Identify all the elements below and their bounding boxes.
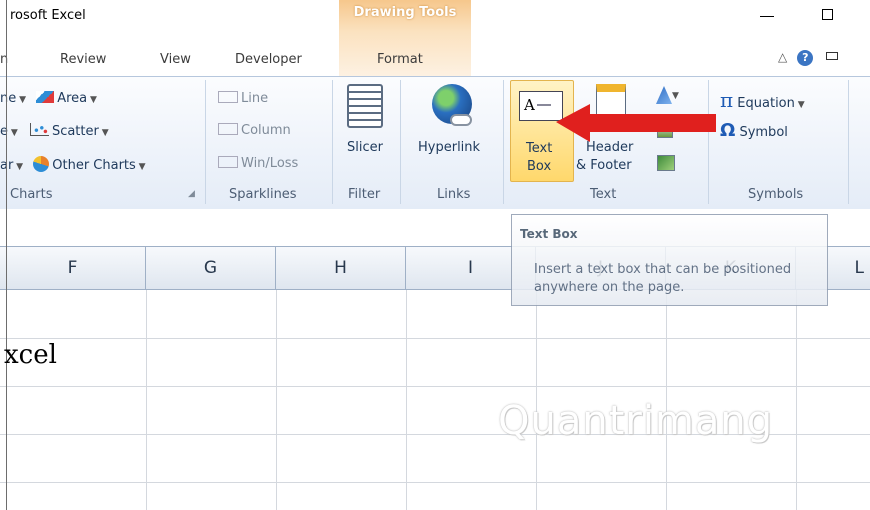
tab-partial[interactable]: n bbox=[0, 52, 8, 67]
other-charts-label: Other Charts bbox=[52, 158, 136, 173]
column-line bbox=[146, 290, 147, 510]
hyperlink-button[interactable]: Hyperlink bbox=[410, 84, 496, 174]
group-separator bbox=[848, 80, 849, 204]
chart-row-1[interactable]: ne ▼ Area ▼ bbox=[0, 91, 97, 106]
row-line bbox=[0, 386, 870, 387]
other-charts-icon bbox=[33, 156, 50, 172]
tab-format[interactable]: Format bbox=[377, 52, 423, 67]
row-line bbox=[0, 482, 870, 483]
column-header-h[interactable]: H bbox=[276, 247, 406, 289]
wordart-icon bbox=[656, 86, 672, 104]
watermark: Quantrimang bbox=[498, 398, 774, 444]
group-label-links: Links bbox=[437, 187, 471, 202]
column-line bbox=[796, 290, 797, 510]
tooltip: Text Box Insert a text box that can be p… bbox=[511, 214, 828, 306]
column-header-g[interactable]: G bbox=[146, 247, 276, 289]
group-label-charts: Charts bbox=[10, 187, 53, 202]
equation-button[interactable]: π Equation ▼ bbox=[720, 88, 805, 112]
cell-text[interactable]: xcel bbox=[4, 340, 57, 370]
sparkline-winloss-icon bbox=[218, 156, 238, 168]
ribbon-controls: △ ? bbox=[778, 50, 838, 66]
group-separator bbox=[205, 80, 206, 204]
group-label-sparklines: Sparklines bbox=[229, 187, 297, 202]
symbol-button[interactable]: Ω Symbol bbox=[720, 120, 788, 141]
scatter-chart-icon bbox=[29, 123, 49, 136]
sparkline-line-icon bbox=[218, 91, 238, 103]
tooltip-title: Text Box bbox=[520, 227, 578, 241]
restore-window-icon[interactable] bbox=[825, 52, 838, 60]
omega-icon: Ω bbox=[720, 120, 736, 141]
sparkline-winloss-button[interactable]: Win/Loss bbox=[218, 156, 298, 171]
area-chart-icon bbox=[36, 91, 55, 103]
group-label-text: Text bbox=[590, 187, 617, 202]
minimize-ribbon-icon[interactable]: △ bbox=[778, 50, 787, 64]
chart-row-3[interactable]: ar ▼ Other Charts ▼ bbox=[0, 156, 146, 173]
slicer-icon bbox=[347, 84, 383, 128]
group-label-symbols: Symbols bbox=[748, 187, 804, 202]
scatter-chart-label: Scatter bbox=[51, 124, 99, 139]
pi-icon: π bbox=[720, 88, 734, 112]
tooltip-body: Insert a text box that can be positioned… bbox=[534, 262, 792, 295]
tab-review[interactable]: Review bbox=[60, 52, 106, 67]
slicer-button[interactable]: Slicer bbox=[341, 84, 391, 174]
tab-developer[interactable]: Developer bbox=[235, 52, 302, 67]
sparkline-line-button[interactable]: Line bbox=[218, 91, 268, 106]
sparkline-column-icon bbox=[218, 123, 238, 135]
help-icon[interactable]: ? bbox=[797, 50, 814, 66]
column-line bbox=[406, 290, 407, 510]
group-separator bbox=[400, 80, 401, 204]
drawing-tools-label: Drawing Tools bbox=[353, 5, 457, 20]
app-title: rosoft Excel bbox=[10, 8, 86, 23]
group-label-filter: Filter bbox=[348, 187, 381, 202]
column-header-f[interactable]: F bbox=[0, 247, 146, 289]
row-line bbox=[0, 338, 870, 339]
column-line bbox=[276, 290, 277, 510]
maximize-button[interactable] bbox=[819, 4, 837, 22]
chart-row-2[interactable]: e ▼ Scatter ▼ bbox=[0, 123, 109, 139]
contextual-tab-header: Drawing Tools bbox=[339, 0, 471, 32]
group-separator bbox=[503, 80, 504, 204]
sparkline-column-button[interactable]: Column bbox=[218, 123, 291, 138]
area-chart-label: Area bbox=[57, 91, 88, 106]
chain-link-icon bbox=[450, 114, 472, 126]
tab-view[interactable]: View bbox=[160, 52, 191, 67]
group-separator bbox=[332, 80, 333, 204]
red-arrow-annotation bbox=[556, 104, 716, 142]
minimize-button[interactable] bbox=[755, 6, 777, 24]
window-left-border bbox=[6, 0, 7, 510]
dialog-launcher-icon[interactable]: ◢ bbox=[188, 189, 195, 199]
